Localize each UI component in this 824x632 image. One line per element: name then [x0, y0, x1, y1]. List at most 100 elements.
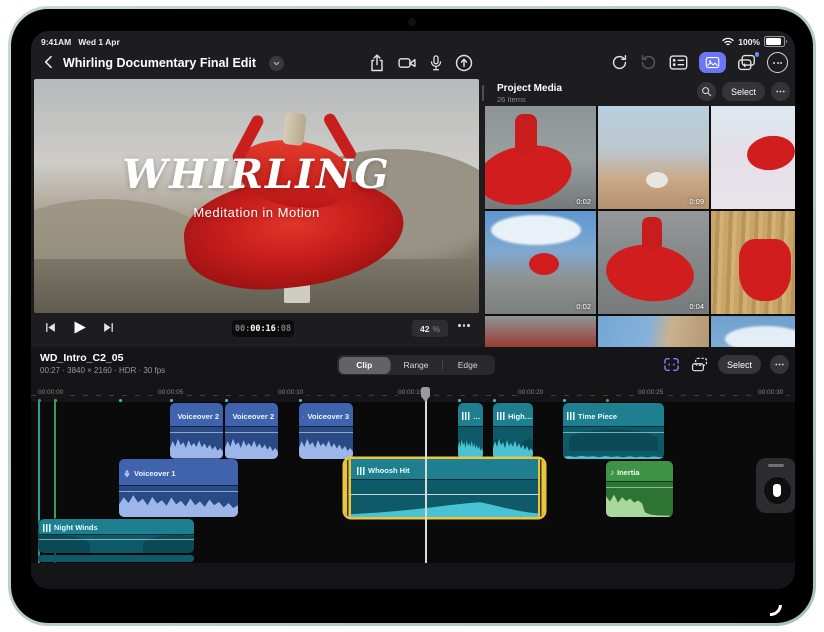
back-button[interactable]: [41, 54, 57, 70]
clip-label: Voiceover 3: [307, 411, 349, 421]
battery-icon: [764, 36, 787, 47]
viewer[interactable]: WHIRLING Meditation in Motion: [34, 79, 479, 313]
night-winds-audio-lane[interactable]: [39, 555, 194, 562]
timeline-clip-whoosh-hit-selected[interactable]: Whoosh Hit: [345, 459, 544, 517]
viewer-zoom-control[interactable]: 42%: [412, 320, 448, 337]
media-thumbnail[interactable]: 0:02: [711, 106, 795, 209]
more-options-button[interactable]: [767, 52, 788, 73]
clip-marker: [493, 399, 496, 402]
mode-range[interactable]: Range: [390, 357, 442, 374]
clip-duration: 0:09: [689, 197, 704, 206]
ruler-label: 00:00:10: [278, 389, 308, 396]
ruler-label: 00:00:00: [38, 389, 68, 396]
playhead-line[interactable]: [425, 393, 427, 563]
ipad-device: 9:41AM Wed 1 Apr 100% Whirling Documenta…: [8, 6, 816, 626]
timeline-clip-inertia[interactable]: ♪ Inertia: [606, 461, 673, 517]
magnetic-timeline-icon[interactable]: [662, 356, 681, 373]
overlay-clips-icon[interactable]: [690, 356, 709, 373]
timeline-tracks[interactable]: Voiceover 2 Voiceover 2 Voiceover 3 … Hi…: [31, 402, 795, 563]
effects-badge-dot: [754, 52, 759, 57]
media-thumbnail[interactable]: 0:02: [485, 106, 596, 209]
skip-to-start-button[interactable]: [44, 321, 57, 334]
media-thumbnail[interactable]: [485, 316, 596, 347]
viewer-more-button[interactable]: [458, 324, 470, 327]
front-camera: [408, 18, 416, 26]
microphone-button[interactable]: [427, 53, 445, 73]
media-thumbnail[interactable]: [598, 316, 709, 347]
search-button[interactable]: [696, 82, 716, 101]
music-note-icon: ♪: [610, 467, 614, 477]
clip-label: Voiceover 1: [134, 469, 176, 478]
clip-marker: [119, 399, 122, 402]
clip-marker: [170, 399, 173, 402]
clip-marker: [606, 399, 609, 402]
status-date: Wed 1 Apr: [78, 37, 120, 47]
dial-knob[interactable]: [762, 476, 792, 505]
timeline-clip-voiceover2[interactable]: Voiceover 2: [170, 403, 223, 459]
clip-label: Time Piece: [578, 411, 618, 421]
timeline-clip-high[interactable]: High…: [493, 403, 533, 459]
effects-button[interactable]: [736, 52, 759, 72]
share-button[interactable]: [367, 53, 387, 73]
inspector-toggle-button[interactable]: [668, 53, 689, 72]
camera-button[interactable]: [396, 53, 418, 73]
status-bar: 9:41AM Wed 1 Apr 100%: [31, 31, 795, 49]
timeline-clip-voiceover2[interactable]: Voiceover 2: [225, 403, 278, 459]
timeline-select-button[interactable]: Select: [717, 355, 761, 374]
ipad-screen: 9:41AM Wed 1 Apr 100% Whirling Documenta…: [11, 9, 813, 623]
dial-handle[interactable]: [768, 464, 784, 467]
mode-clip[interactable]: Clip: [338, 356, 391, 374]
screen-reflection-arc: [754, 588, 787, 621]
project-title[interactable]: Whirling Documentary Final Edit: [63, 56, 256, 70]
transport-bar: 00: 00:16:08 42%: [34, 313, 479, 345]
status-time: 9:41AM: [41, 37, 72, 47]
media-browser-button-active[interactable]: [699, 52, 726, 73]
mode-edge[interactable]: Edge: [441, 357, 494, 374]
trim-handle-left[interactable]: [345, 459, 351, 517]
final-cut-app: 9:41AM Wed 1 Apr 100% Whirling Documenta…: [31, 31, 795, 589]
media-thumbnail[interactable]: 0:09: [598, 106, 709, 209]
clip-label: Inertia: [617, 468, 640, 477]
timecode-display[interactable]: 00: 00:16:08: [232, 320, 294, 337]
pane-resize-handle[interactable]: [482, 85, 484, 101]
clip-marker: [458, 399, 461, 402]
media-thumbnail[interactable]: [711, 316, 795, 347]
media-select-button[interactable]: Select: [721, 82, 765, 101]
media-more-button[interactable]: [771, 82, 790, 101]
timeline-clip-night-winds[interactable]: Night Winds: [39, 519, 194, 553]
media-thumbnail[interactable]: 0:02: [485, 211, 596, 314]
media-thumbnail[interactable]: 0:04: [598, 211, 709, 314]
timeline-more-button[interactable]: [770, 355, 789, 374]
clip-marker: [563, 399, 566, 402]
clip-marker: [225, 399, 228, 402]
ruler-label: 00:00:25: [638, 389, 668, 396]
clip-duration: 0:02: [576, 197, 591, 206]
pencil-tools-button[interactable]: [454, 53, 474, 73]
page: 9:41AM Wed 1 Apr 100% Whirling Documenta…: [0, 0, 824, 632]
undo-button[interactable]: [610, 53, 629, 72]
media-item-count: 26 Items: [497, 95, 526, 104]
clip-marker: [38, 399, 41, 402]
timeline-section: WD_Intro_C2_05 00:27 · 3840 × 2160 · HDR…: [31, 347, 795, 589]
clip-label: Night Winds: [54, 523, 98, 532]
timeline-clip-voiceover3[interactable]: Voiceover 3: [299, 403, 353, 459]
clip-marker: [299, 399, 302, 402]
media-panel-title: Project Media: [497, 83, 563, 94]
timeline-project-info: 00:27 · 3840 × 2160 · HDR · 30 fps: [40, 366, 166, 375]
clip-label: Voiceover 2: [232, 411, 274, 421]
media-thumbnail[interactable]: 0:10: [711, 211, 795, 314]
project-title-menu-button[interactable]: [269, 56, 284, 71]
timeline-ruler[interactable]: 00:00:00 00:00:05 00:00:10 00:00:15 00:0…: [31, 387, 795, 402]
clip-duration: 0:04: [689, 302, 704, 311]
jog-dial-widget[interactable]: [756, 458, 795, 513]
timeline-clip-voiceover1[interactable]: Voiceover 1: [119, 459, 238, 517]
play-button[interactable]: [71, 319, 88, 336]
top-toolbar: Whirling Documentary Final Edit: [31, 49, 795, 79]
redo-button[interactable]: [639, 53, 658, 72]
timeline-clip-sfx[interactable]: …: [458, 403, 483, 459]
timeline-clip-time-piece[interactable]: Time Piece: [563, 403, 664, 459]
trim-handle-right[interactable]: [538, 459, 544, 517]
video-subtitle-overlay: Meditation in Motion: [193, 205, 320, 220]
wifi-icon: [722, 37, 734, 47]
skip-to-end-button[interactable]: [102, 321, 115, 334]
